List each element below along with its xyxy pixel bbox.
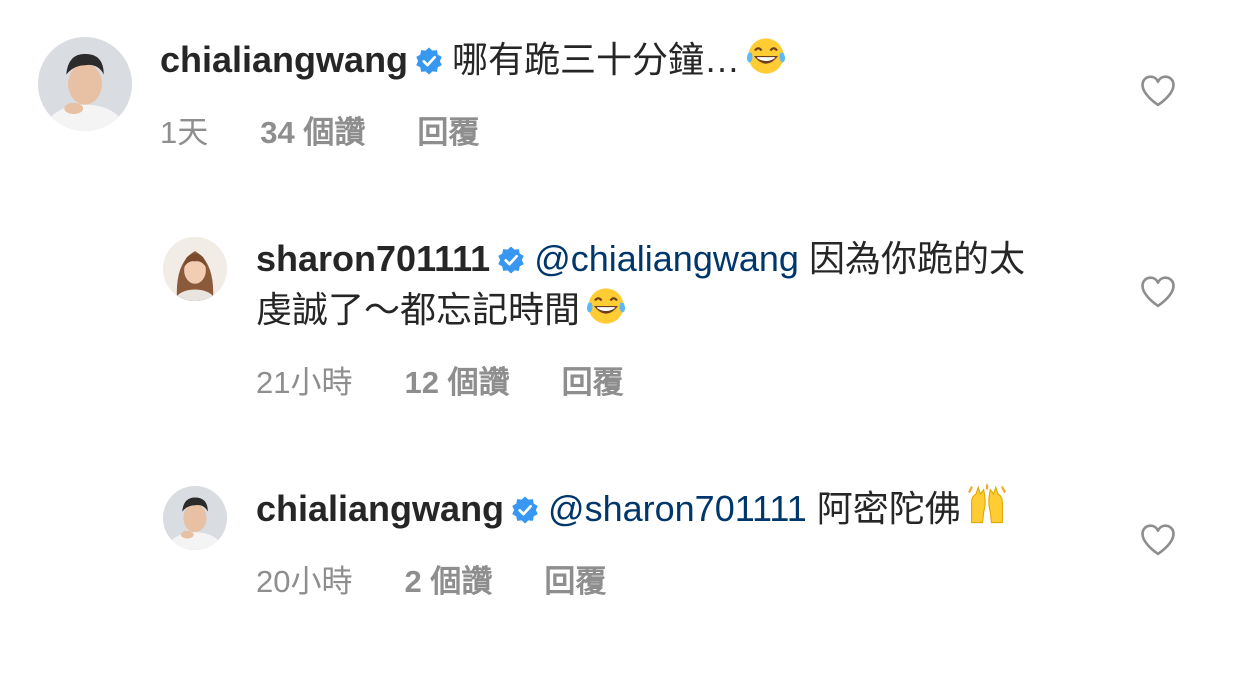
comment-text: 阿密陀佛 [816, 488, 961, 529]
verified-badge-icon [416, 47, 442, 75]
like-heart-icon[interactable] [1139, 74, 1177, 108]
comment-text: 哪有跪三十分鐘… [452, 39, 741, 80]
reply-button[interactable]: 回覆 [417, 107, 479, 152]
comment-timestamp: 1天 [160, 115, 209, 150]
mention-link[interactable]: @chialiangwang [534, 238, 799, 279]
avatar[interactable] [163, 237, 227, 301]
comment-timestamp: 20小時 [256, 564, 353, 599]
reply-button[interactable]: 回覆 [544, 556, 606, 601]
comment-likes-count[interactable]: 34 個讚 [260, 107, 365, 152]
avatar-image [163, 237, 227, 301]
verified-badge-icon [512, 496, 538, 524]
tears-of-joy-emoji-icon [747, 38, 786, 74]
tears-of-joy-emoji-icon [587, 288, 626, 324]
comment-username[interactable]: sharon701111 [256, 238, 490, 279]
avatar-image [163, 486, 227, 550]
comment-likes-count[interactable]: 12 個讚 [404, 357, 509, 402]
like-heart-icon[interactable] [1139, 275, 1177, 309]
comment-username[interactable]: chialiangwang [160, 39, 408, 80]
verified-badge-icon [498, 246, 524, 274]
avatar[interactable] [163, 486, 227, 550]
reply-button[interactable]: 回覆 [562, 357, 624, 402]
like-heart-icon[interactable] [1139, 523, 1177, 557]
comment-timestamp: 21小時 [256, 365, 353, 400]
raising-hands-emoji-icon [968, 484, 1006, 524]
avatar[interactable] [38, 37, 132, 131]
comment-username[interactable]: chialiangwang [256, 488, 504, 529]
mention-link[interactable]: @sharon701111 [548, 488, 807, 529]
avatar-image [38, 37, 132, 131]
comment-likes-count[interactable]: 2 個讚 [404, 556, 492, 601]
